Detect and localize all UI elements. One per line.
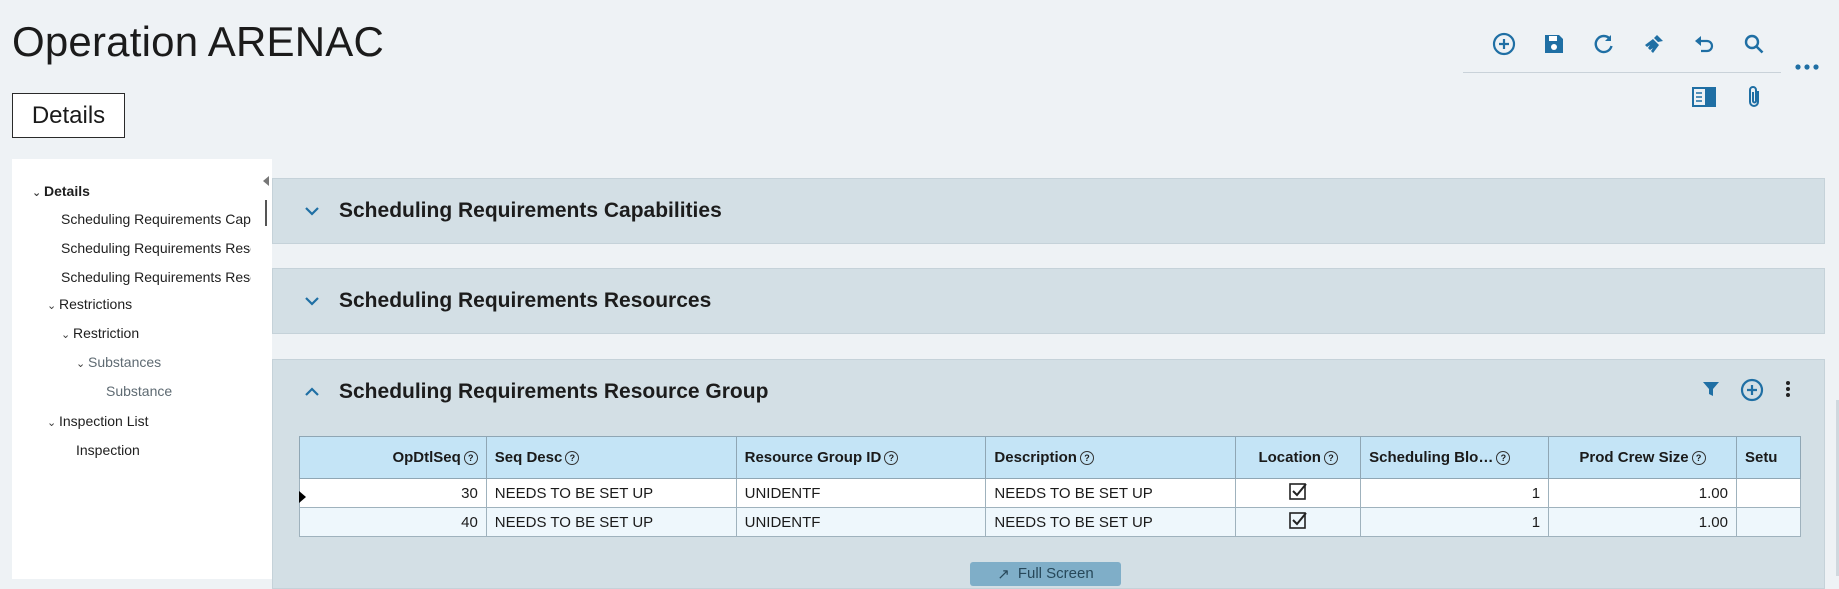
panel-scheduling-resource-group: Scheduling Requirements Resource Group O… bbox=[272, 359, 1825, 589]
col-header-setup[interactable]: Setu bbox=[1735, 436, 1801, 479]
clear-icon[interactable] bbox=[1640, 30, 1668, 58]
chevron-down-icon: ⌄ bbox=[47, 300, 57, 312]
help-icon[interactable]: ? bbox=[463, 451, 478, 465]
panel-scheduling-capabilities: Scheduling Requirements Capabilities bbox=[272, 178, 1825, 244]
tree-item-substances[interactable]: ⌄ Substances bbox=[76, 354, 261, 370]
tree-item-inspection[interactable]: Inspection bbox=[76, 442, 256, 458]
help-icon[interactable]: ? bbox=[1691, 451, 1706, 465]
attachment-icon[interactable] bbox=[1740, 83, 1768, 111]
cell-location[interactable] bbox=[1235, 507, 1362, 537]
tree-item-substance[interactable]: Substance bbox=[106, 383, 256, 399]
panel-header[interactable]: Scheduling Requirements Capabilities bbox=[273, 179, 1824, 243]
cell-resource-group-id[interactable]: UNIDENTF bbox=[735, 478, 987, 508]
resource-group-grid: OpDtlSeq? Seq Desc? Resource Group ID? D… bbox=[299, 436, 1801, 537]
sidebar-tree: ⌄Details Scheduling Requirements Capabil… bbox=[12, 159, 272, 579]
undo-icon[interactable] bbox=[1690, 30, 1718, 58]
table-row[interactable]: 30 NEEDS TO BE SET UP UNIDENTF NEEDS TO … bbox=[299, 478, 1801, 508]
add-icon[interactable] bbox=[1490, 30, 1518, 58]
kebab-menu-icon[interactable] bbox=[1782, 378, 1794, 407]
search-icon[interactable] bbox=[1740, 30, 1768, 58]
cell-seq-desc[interactable]: NEEDS TO BE SET UP bbox=[485, 478, 737, 508]
tree-item-details[interactable]: ⌄ Details bbox=[32, 183, 257, 199]
cell-opdtlseq[interactable]: 30 bbox=[299, 478, 487, 508]
filter-icon[interactable] bbox=[1700, 378, 1722, 407]
cell-prod-crew-size[interactable]: 1.00 bbox=[1548, 507, 1737, 537]
cell-prod-crew-size[interactable]: 1.00 bbox=[1548, 478, 1737, 508]
tree-item-restrictions[interactable]: ⌄ Restrictions bbox=[47, 296, 257, 312]
add-row-icon[interactable] bbox=[1740, 378, 1764, 407]
checkbox-checked-icon[interactable] bbox=[1288, 481, 1308, 501]
save-icon[interactable] bbox=[1540, 30, 1568, 58]
panel-header[interactable]: Scheduling Requirements Resource Group bbox=[273, 360, 1824, 424]
cell-description[interactable]: NEEDS TO BE SET UP bbox=[985, 507, 1237, 537]
chevron-up-icon[interactable] bbox=[297, 377, 327, 407]
details-button[interactable]: Details bbox=[12, 93, 125, 138]
checkbox-checked-icon[interactable] bbox=[1288, 510, 1308, 530]
grid-table: OpDtlSeq? Seq Desc? Resource Group ID? D… bbox=[299, 436, 1801, 537]
expand-icon: ↗ bbox=[997, 566, 1010, 583]
help-icon[interactable]: ? bbox=[565, 451, 580, 465]
tree-item-scheduling-resource-group[interactable]: Scheduling Requirements Resource Group bbox=[61, 269, 251, 285]
panel-tools bbox=[1700, 378, 1794, 407]
cell-scheduling-blocks[interactable]: 1 bbox=[1360, 507, 1550, 537]
col-header-opdtlseq[interactable]: OpDtlSeq? bbox=[299, 436, 487, 479]
help-icon[interactable]: ? bbox=[1079, 451, 1094, 465]
help-icon[interactable]: ? bbox=[1323, 451, 1338, 465]
page-title: Operation ARENAC bbox=[12, 18, 385, 65]
cell-opdtlseq[interactable]: 40 bbox=[299, 507, 487, 537]
cell-scheduling-blocks[interactable]: 1 bbox=[1360, 478, 1550, 508]
row-pointer-icon bbox=[299, 491, 306, 503]
chevron-down-icon: ⌄ bbox=[61, 329, 71, 341]
chevron-down-icon: ⌄ bbox=[32, 187, 42, 199]
toolbar bbox=[1463, 28, 1781, 73]
panel-title: Scheduling Requirements Resources bbox=[339, 289, 712, 312]
chevron-down-icon[interactable] bbox=[297, 286, 327, 316]
cell-setup[interactable] bbox=[1735, 478, 1801, 508]
cell-location[interactable] bbox=[1235, 478, 1362, 508]
cell-seq-desc[interactable]: NEEDS TO BE SET UP bbox=[485, 507, 737, 537]
panel-title: Scheduling Requirements Capabilities bbox=[339, 199, 722, 222]
panel-view-icon[interactable] bbox=[1690, 83, 1718, 111]
tree-item-scheduling-capabilities[interactable]: Scheduling Requirements Capabilities bbox=[61, 211, 251, 227]
refresh-icon[interactable] bbox=[1590, 30, 1618, 58]
col-header-location[interactable]: Location? bbox=[1235, 436, 1362, 479]
table-row[interactable]: 40 NEEDS TO BE SET UP UNIDENTF NEEDS TO … bbox=[299, 507, 1801, 537]
panel-title: Scheduling Requirements Resource Group bbox=[339, 380, 769, 403]
full-screen-button[interactable]: ↗ Full Screen bbox=[970, 562, 1121, 586]
chevron-down-icon: ⌄ bbox=[47, 417, 57, 429]
panel-scheduling-resources: Scheduling Requirements Resources bbox=[272, 268, 1825, 334]
more-icon[interactable] bbox=[1793, 60, 1821, 80]
col-header-resource-group-id[interactable]: Resource Group ID? bbox=[735, 436, 987, 479]
sidebar-scroll-indicator[interactable] bbox=[265, 200, 267, 226]
tree-item-restriction[interactable]: ⌄ Restriction bbox=[61, 325, 261, 341]
tree-item-inspection-list[interactable]: ⌄ Inspection List bbox=[47, 413, 257, 429]
panel-header[interactable]: Scheduling Requirements Resources bbox=[273, 269, 1824, 333]
help-icon[interactable]: ? bbox=[884, 451, 899, 465]
grid-header-row: OpDtlSeq? Seq Desc? Resource Group ID? D… bbox=[299, 436, 1801, 479]
col-header-seq-desc[interactable]: Seq Desc? bbox=[485, 436, 737, 479]
tree-item-scheduling-resources[interactable]: Scheduling Requirements Resources bbox=[61, 240, 251, 256]
col-header-description[interactable]: Description? bbox=[985, 436, 1237, 479]
cell-description[interactable]: NEEDS TO BE SET UP bbox=[985, 478, 1237, 508]
cell-resource-group-id[interactable]: UNIDENTF bbox=[735, 507, 987, 537]
help-icon[interactable]: ? bbox=[1496, 451, 1511, 465]
chevron-down-icon[interactable] bbox=[297, 196, 327, 226]
cell-setup[interactable] bbox=[1735, 507, 1801, 537]
chevron-down-icon: ⌄ bbox=[76, 358, 86, 370]
col-header-prod-crew-size[interactable]: Prod Crew Size? bbox=[1548, 436, 1737, 479]
collapse-sidebar-icon[interactable] bbox=[263, 176, 269, 186]
col-header-scheduling-blocks[interactable]: Scheduling Blo…? bbox=[1360, 436, 1550, 479]
